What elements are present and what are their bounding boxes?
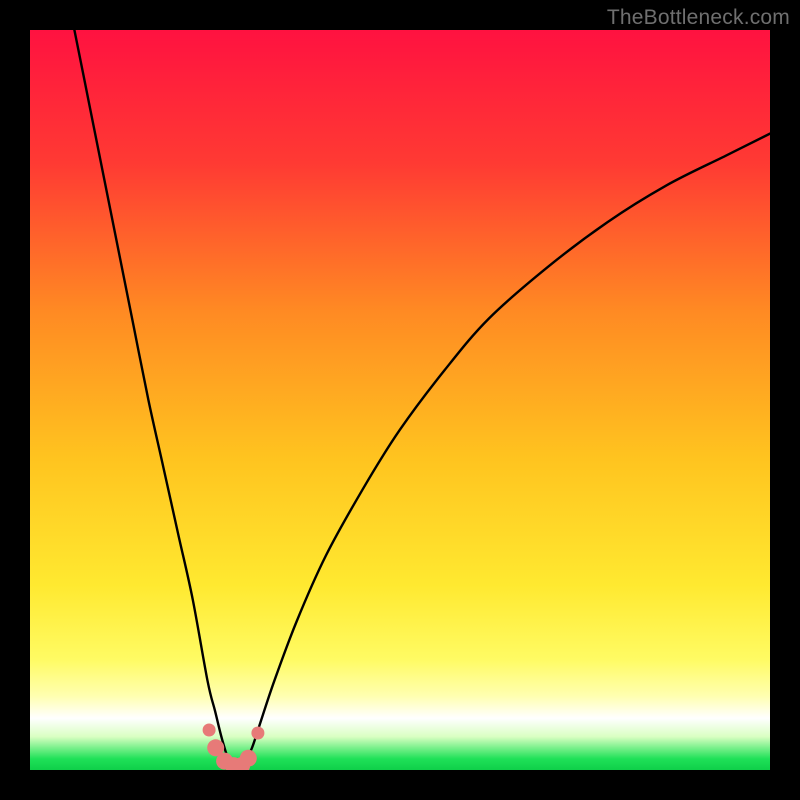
curve-layer [30,30,770,770]
curve-marker [251,727,264,740]
watermark-text: TheBottleneck.com [607,6,790,30]
curve-marker [240,750,257,767]
curve-marker [203,724,216,737]
bottleneck-curve [74,30,770,766]
plot-frame [30,30,770,770]
curve-markers [203,724,265,771]
